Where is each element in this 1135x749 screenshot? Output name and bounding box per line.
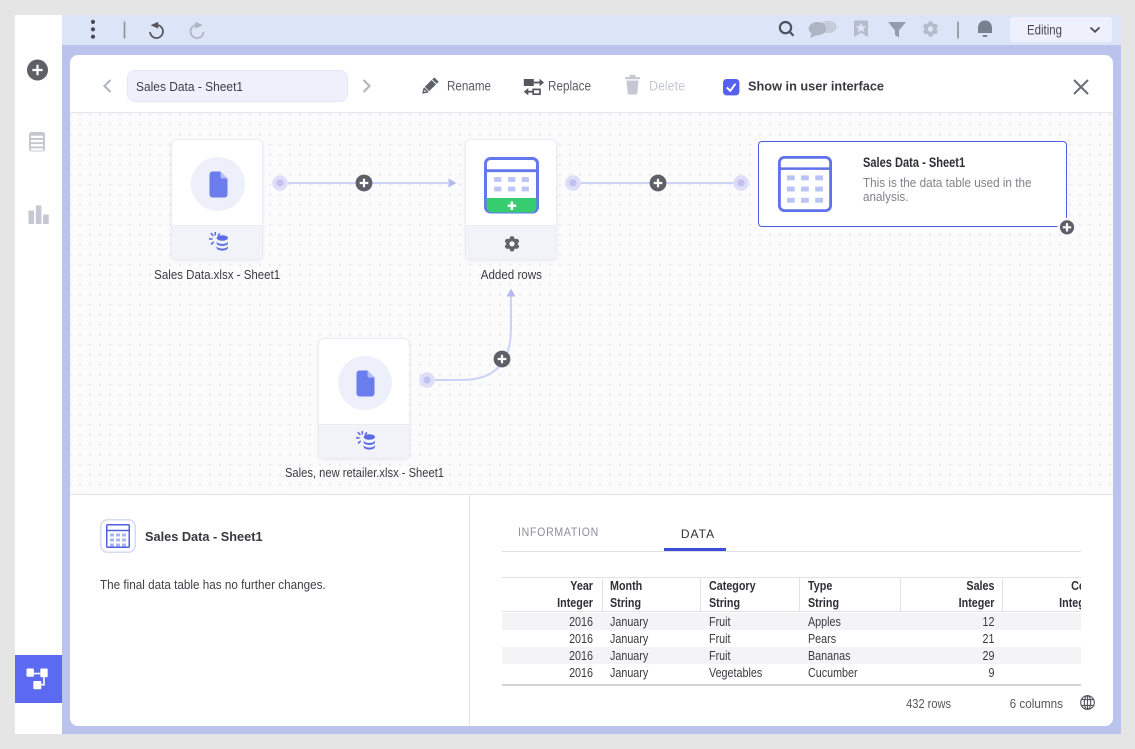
svg-text:Editing: Editing [1027,23,1062,38]
svg-text:Replace: Replace [548,79,591,94]
svg-text:Show in user interface: Show in user interface [748,79,884,94]
svg-text:Delete: Delete [649,79,685,94]
svg-text:Rename: Rename [447,79,491,94]
